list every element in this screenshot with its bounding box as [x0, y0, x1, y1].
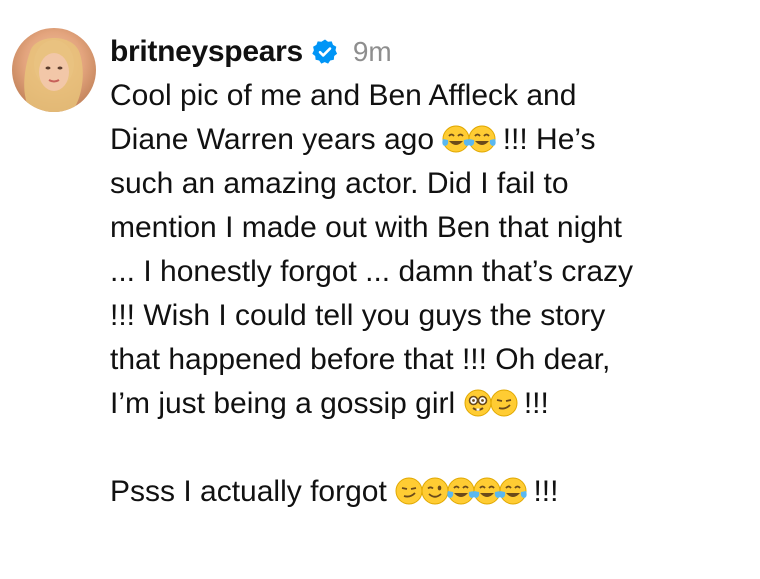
face-with-tears-of-joy-icon: [468, 125, 497, 153]
comment-line: such an amazing actor. Did I fail to: [110, 167, 569, 200]
face-with-tears-of-joy-icon: [499, 477, 527, 505]
comment-line-text: Diane Warren years ago: [110, 123, 443, 156]
comment-line: Cool pic of me and Ben Affleck and: [110, 79, 577, 112]
comment-line-text: I’m just being a gossip girl: [110, 387, 464, 420]
winking-face-icon: [421, 477, 449, 505]
timestamp: 9m: [352, 36, 392, 67]
comment-line: I’m just being a gossip girl !!!: [110, 382, 730, 426]
comment-line-text: !!!: [515, 387, 549, 420]
instagram-comment: britneyspears 9m Cool pic of me and Ben …: [0, 0, 760, 579]
comment-line-text: Psss I actually forgot: [110, 475, 396, 508]
face-with-tears-of-joy-icon: [473, 477, 501, 505]
comment-line-text: !!! He’s: [494, 123, 596, 156]
face-with-tears-of-joy-icon: [447, 477, 475, 505]
comment-header: britneyspears 9m: [110, 30, 736, 74]
comment-line: mention I made out with Ben that night: [110, 211, 622, 244]
comment-line: that happened before that !!! Oh dear,: [110, 343, 611, 376]
comment-line: Diane Warren years ago !!! He’s: [110, 118, 730, 162]
comment-text: Cool pic of me and Ben Affleck and Diane …: [110, 74, 730, 514]
comment-line: Psss I actually forgot !!!: [110, 470, 730, 514]
face-with-tears-of-joy-icon: [442, 125, 471, 153]
comment-line: !!! Wish I could tell you guys the story: [110, 299, 606, 332]
avatar[interactable]: [12, 28, 96, 112]
nerd-face-icon: [464, 389, 492, 417]
smirking-face-icon: [395, 477, 423, 505]
comment-line: ... I honestly forgot ... damn that’s cr…: [110, 255, 634, 288]
smirking-face-icon: [490, 389, 518, 417]
comment-line-text: !!!: [525, 475, 559, 508]
verified-badge-icon: [311, 38, 339, 66]
username-link[interactable]: britneyspears: [110, 35, 303, 69]
